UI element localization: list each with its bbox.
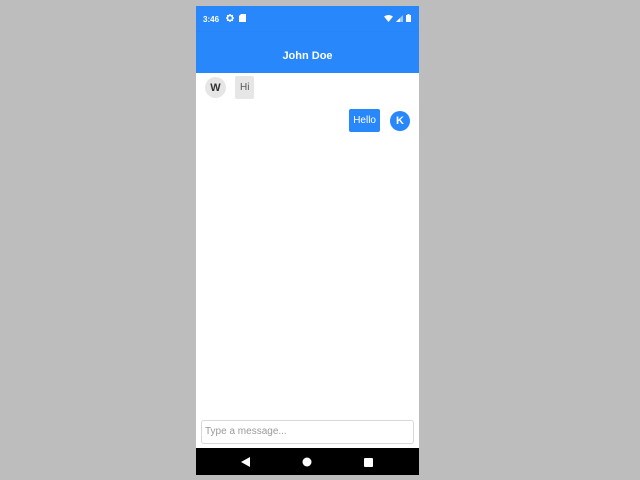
- message-bubble-outgoing[interactable]: Hello: [349, 109, 380, 132]
- wifi-icon: [384, 14, 393, 24]
- avatar-outgoing[interactable]: K: [390, 110, 410, 131]
- signal-icon: [396, 14, 403, 24]
- status-right-icons: [384, 14, 411, 24]
- message-list[interactable]: W Hi Hello K: [196, 73, 419, 413]
- status-bar: 3:46: [196, 6, 419, 32]
- chat-title: John Doe: [282, 50, 333, 62]
- message-row-outgoing: Hello K: [349, 109, 410, 132]
- status-time: 3:46: [203, 15, 220, 24]
- message-bubble-incoming[interactable]: Hi: [235, 76, 255, 99]
- message-input[interactable]: [202, 421, 405, 442]
- system-nav-bar: [196, 448, 419, 475]
- app-bar: John Doe: [196, 32, 419, 73]
- gear-icon: [226, 14, 234, 24]
- message-composer: [201, 420, 414, 444]
- message-row-incoming: W Hi: [205, 76, 255, 99]
- home-icon[interactable]: [301, 456, 313, 468]
- avatar-incoming[interactable]: W: [205, 77, 226, 98]
- back-icon[interactable]: [239, 456, 251, 468]
- battery-icon: [406, 14, 411, 24]
- status-left-icons: [226, 14, 246, 24]
- phone-screen: 3:46 John Doe W Hi Hello K Type a messag…: [196, 6, 419, 475]
- recent-apps-icon[interactable]: [362, 456, 374, 468]
- sd-card-icon: [239, 14, 246, 24]
